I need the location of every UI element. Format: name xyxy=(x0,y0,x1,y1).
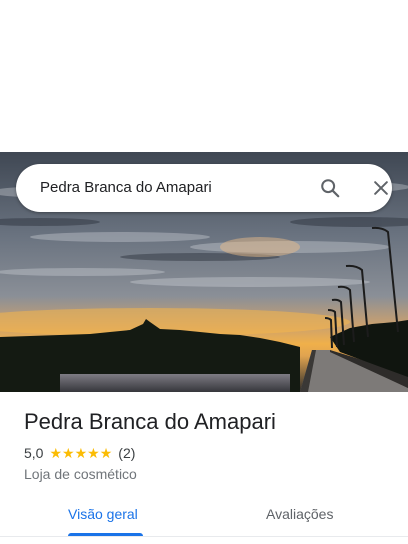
star-icon: ★ xyxy=(87,445,100,461)
tabs-divider xyxy=(0,536,408,537)
blank-top-area xyxy=(0,0,408,152)
rating-stars: ★ ★ ★ ★ ★ xyxy=(49,446,112,460)
tab-bar: Visão geral Avaliações xyxy=(0,496,408,540)
rating-row[interactable]: 5,0 ★ ★ ★ ★ ★ (2) xyxy=(24,443,135,463)
tab-reviews[interactable]: Avaliações xyxy=(266,496,333,536)
search-bar[interactable]: Pedra Branca do Amapari xyxy=(16,164,392,212)
close-button[interactable] xyxy=(369,176,393,200)
star-icon: ★ xyxy=(62,445,75,461)
tab-overview[interactable]: Visão geral xyxy=(68,496,138,536)
place-category[interactable]: Loja de cosmético xyxy=(24,464,137,484)
search-button[interactable] xyxy=(318,176,342,200)
star-icon: ★ xyxy=(49,445,63,461)
review-count[interactable]: (2) xyxy=(118,445,135,461)
star-icon: ★ xyxy=(99,445,113,461)
search-icon xyxy=(321,179,340,198)
star-icon: ★ xyxy=(74,445,88,461)
place-title: Pedra Branca do Amapari xyxy=(24,409,276,434)
close-icon xyxy=(374,181,388,195)
rating-value: 5,0 xyxy=(24,445,44,461)
search-input[interactable]: Pedra Branca do Amapari xyxy=(40,164,212,212)
